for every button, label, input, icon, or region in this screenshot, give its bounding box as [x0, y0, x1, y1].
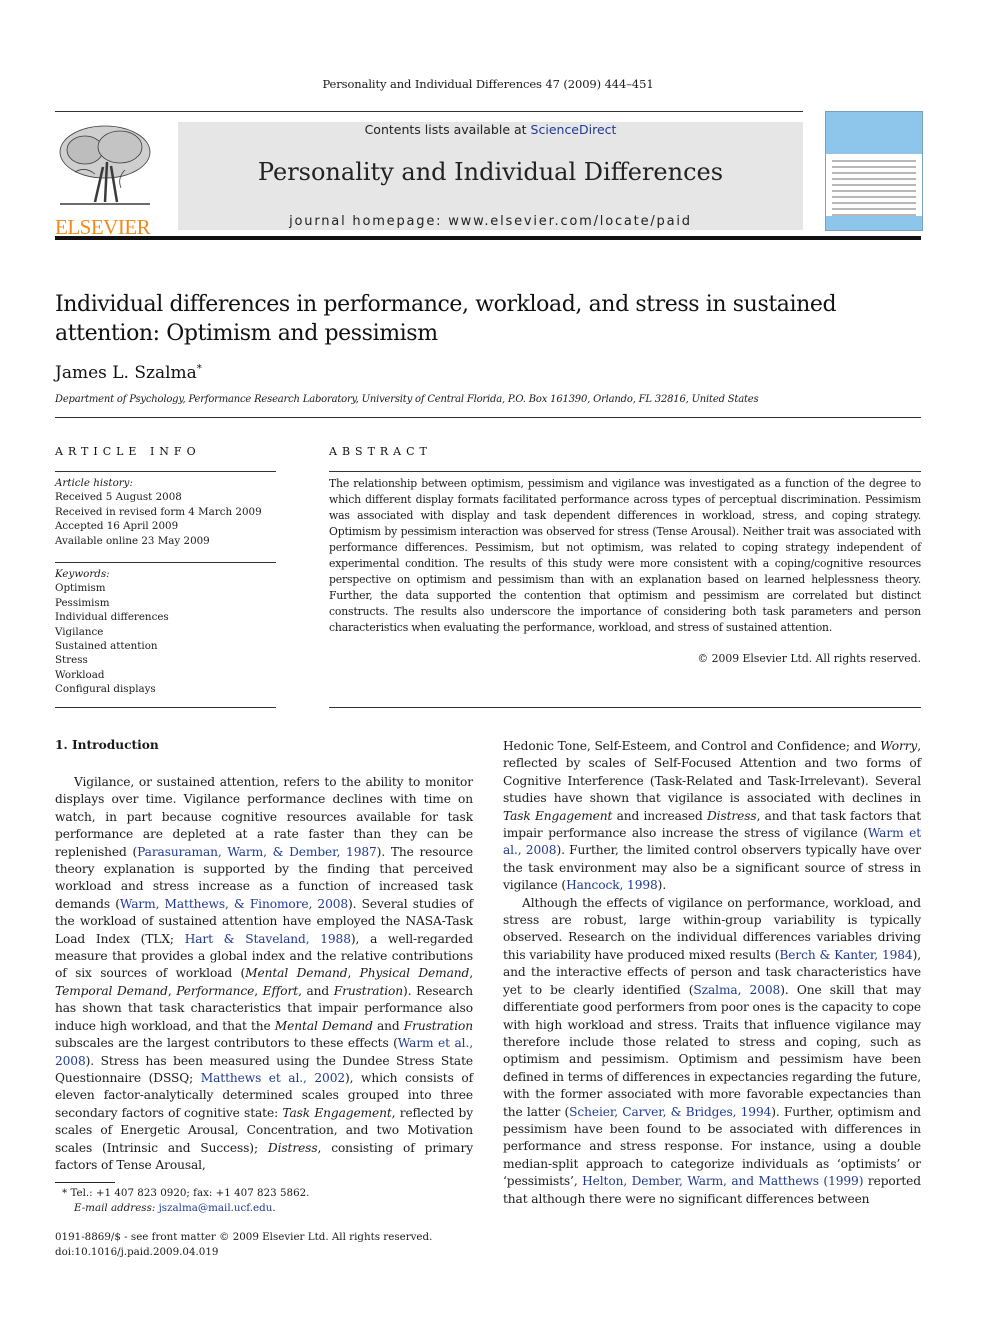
italic-term: Temporal Demand [55, 983, 168, 998]
article-info-heading: ARTICLE INFO [55, 445, 201, 458]
banner-rule [55, 236, 921, 240]
keyword: Vigilance [55, 625, 104, 638]
italic-term: Frustration [403, 1018, 473, 1033]
section-heading-introduction: 1. Introduction [55, 738, 159, 752]
history-item: Accepted 16 April 2009 [55, 520, 179, 533]
text-run: and increased [612, 808, 708, 823]
body-column-left: Vigilance, or sustained attention, refer… [55, 774, 473, 1174]
abstract-heading: ABSTRACT [329, 445, 432, 458]
italic-term: Worry [880, 739, 918, 753]
running-head: Personality and Individual Differences 4… [322, 77, 654, 91]
keyword: Stress [55, 654, 88, 667]
italic-term: Effort [262, 983, 299, 998]
text-run: , [469, 966, 473, 981]
abstract-end-rule [329, 707, 921, 708]
contents-line: Contents lists available at ScienceDirec… [178, 122, 803, 137]
affiliation-rule [55, 417, 921, 418]
journal-title: Personality and Individual Differences [257, 158, 724, 186]
article-info-rule [55, 471, 276, 472]
history-label: Article history: [55, 477, 133, 489]
email-suffix: . [272, 1201, 276, 1214]
citation-link[interactable]: Szalma, 2008 [693, 983, 780, 997]
article-history: Article history: Received 5 August 2008 … [55, 476, 280, 548]
text-run: , [254, 983, 263, 998]
abstract-copyright: © 2009 Elsevier Ltd. All rights reserved… [697, 652, 921, 665]
citation-link[interactable]: Scheier, Carver, & Bridges, 1994 [569, 1105, 771, 1119]
issn-line: 0191-8869/$ - see front matter © 2009 El… [55, 1231, 433, 1243]
keyword: Optimism [55, 582, 106, 595]
article-info-end-rule [55, 707, 276, 708]
footnote-contact: Tel.: +1 407 823 0920; fax: +1 407 823 5… [70, 1187, 310, 1199]
history-item: Available online 23 May 2009 [55, 534, 210, 547]
body-column-right: Hedonic Tone, Self-Esteem, and Control a… [503, 738, 921, 1208]
cover-header [826, 112, 922, 154]
italic-term: Task Engagement [503, 808, 613, 823]
sciencedirect-link[interactable]: ScienceDirect [531, 122, 617, 137]
abstract-rule [329, 471, 921, 472]
author-footnote-mark[interactable]: * [197, 363, 202, 374]
keyword: Pessimism [55, 596, 110, 609]
cover-footer [826, 216, 922, 230]
italic-term: Frustration [333, 983, 404, 998]
elsevier-wordmark: ELSEVIER [55, 215, 151, 239]
keywords-label: Keywords: [55, 568, 110, 580]
keywords: Keywords: Optimism Pessimism Individual … [55, 567, 280, 697]
footnote-mark: * [62, 1187, 68, 1199]
italic-term: Distress [267, 1140, 318, 1155]
italic-term: Mental Demand [274, 1018, 373, 1033]
contents-prefix: Contents lists available at [364, 122, 531, 137]
citation-link[interactable]: Berch & Kanter, 1984 [779, 948, 912, 962]
abstract-text: The relationship between optimism, pessi… [329, 477, 921, 634]
history-item: Received in revised form 4 March 2009 [55, 505, 262, 518]
citation-link[interactable]: Parasuraman, Warm, & Dember, 1987 [137, 845, 377, 859]
email-link[interactable]: jszalma@mail.ucf.edu [159, 1202, 273, 1214]
header-rule [55, 111, 803, 112]
author-footnote: * Tel.: +1 407 823 0920; fax: +1 407 823… [62, 1186, 482, 1215]
history-item: Received 5 August 2008 [55, 491, 182, 504]
italic-term: Physical Demand [359, 966, 470, 981]
keyword: Individual differences [55, 611, 169, 624]
keyword: Sustained attention [55, 640, 158, 653]
front-matter: 0191-8869/$ - see front matter © 2009 El… [55, 1230, 475, 1259]
citation-link[interactable]: Warm, Matthews, & Finomore, 2008 [120, 897, 348, 911]
cover-contents [832, 160, 916, 220]
paragraph: Although the effects of vigilance on per… [503, 895, 921, 1208]
keyword: Workload [55, 668, 105, 681]
citation-link[interactable]: Hancock, 1998 [566, 878, 658, 892]
text-run: , [167, 983, 177, 998]
italic-term: Task Engagement [282, 1105, 392, 1120]
journal-homepage[interactable]: journal homepage: www.elsevier.com/locat… [178, 214, 803, 229]
footnote-rule [55, 1182, 115, 1183]
journal-banner: Contents lists available at ScienceDirec… [178, 122, 803, 230]
text-run: subscales are the largest contributors t… [55, 1036, 398, 1051]
keywords-rule [55, 562, 276, 563]
doi-link[interactable]: doi:10.1016/j.paid.2009.04.019 [55, 1245, 475, 1260]
text-run: ). One skill that may differentiate good… [503, 982, 922, 1119]
paragraph: Hedonic Tone, Self-Esteem, and Control a… [503, 738, 921, 895]
text-run: ). [657, 878, 667, 893]
article-title: Individual differences in performance, w… [55, 292, 837, 346]
affiliation: Department of Psychology, Performance Re… [55, 394, 759, 405]
italic-term: Mental Demand [245, 966, 348, 981]
email-label: E-mail address: [74, 1201, 156, 1214]
journal-cover-thumbnail[interactable] [825, 111, 923, 231]
italic-term: Distress [707, 808, 757, 823]
citation-link[interactable]: Matthews et al., 2002 [201, 1071, 345, 1085]
elsevier-logo[interactable]: ELSEVIER [55, 122, 155, 238]
citation-link[interactable]: Helton, Dember, Warm, and Matthews (1999… [582, 1174, 863, 1188]
text-run: , [347, 966, 360, 981]
author-name: James L. Szalma [55, 363, 197, 383]
text-run: Hedonic Tone, Self-Esteem, and Control a… [503, 739, 881, 753]
citation-link[interactable]: Hart & Staveland, 1988 [185, 932, 351, 946]
author: James L. Szalma* [55, 363, 202, 383]
keyword: Configural displays [55, 683, 156, 696]
italic-term: Performance [176, 983, 255, 998]
text-run: and [372, 1018, 404, 1033]
elsevier-tree-icon [59, 125, 151, 205]
paragraph: Vigilance, or sustained attention, refer… [55, 774, 473, 1174]
text-run: , and [298, 983, 334, 998]
